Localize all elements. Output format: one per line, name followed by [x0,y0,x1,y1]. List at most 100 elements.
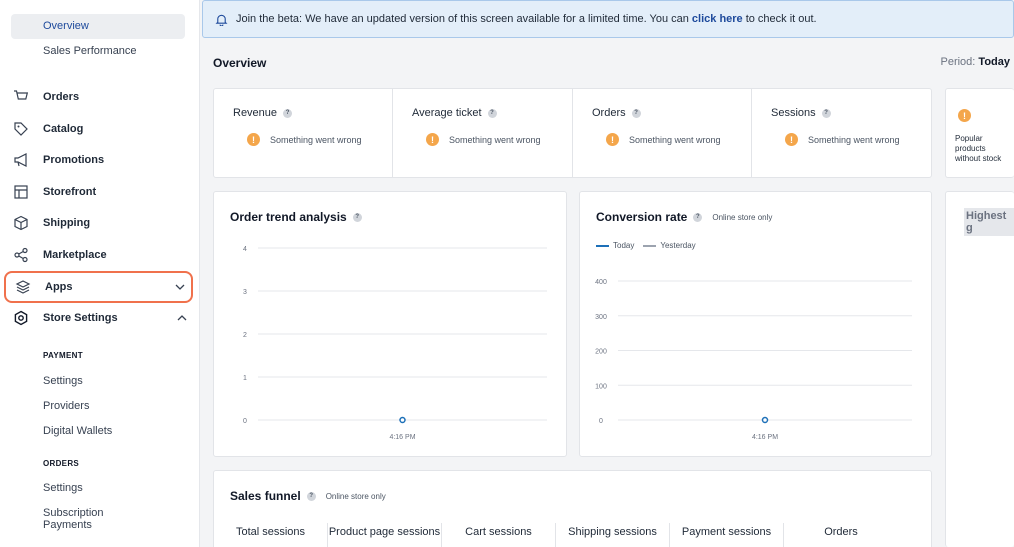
sidebar-item-label: Storefront [43,186,97,198]
sidebar-item-label: Promotions [43,154,105,166]
sidebar-item-marketplace[interactable]: Marketplace [4,240,193,270]
sidebar-link-providers[interactable]: Providers [43,400,89,412]
sidebar-item-orders[interactable]: Orders [4,82,193,112]
help-icon[interactable]: ? [487,108,497,118]
sidebar-link-subscription-payments[interactable]: Subscription Payments [43,507,143,531]
kpi-orders: Orders? ! Something went wrong [573,89,752,177]
chevron-up-icon[interactable] [171,312,193,324]
sidebar-item-label: Shipping [43,217,91,229]
popular-products-text: Popular products without stock [955,134,1002,163]
conversion-rate-card: Conversion rate? Online store only Today … [579,191,932,457]
popular-products-card: ! Popular products without stock [945,88,1014,178]
period-selector[interactable]: Period: Today [941,56,1011,68]
kpi-error: Something went wrong [449,134,541,145]
y-tick-label: 0 [599,418,603,425]
funnel-col-shipping-sessions: Shipping sessions [556,523,670,547]
kpi-average-ticket: Average ticket? ! Something went wrong [393,89,573,177]
help-icon[interactable]: ? [821,108,831,118]
y-tick-label: 200 [595,349,607,356]
megaphone-icon [6,152,36,168]
page-title: Overview [213,56,267,70]
warning-icon: ! [785,133,798,146]
section-title-orders: ORDERS [43,459,80,468]
sidebar-item-catalog[interactable]: Catalog [4,114,193,144]
warning-icon: ! [426,133,439,146]
sidebar-link-payment-settings[interactable]: Settings [43,375,83,387]
help-icon[interactable]: ? [631,108,641,118]
sidebar-subitem-sales-performance[interactable]: Sales Performance [11,39,185,64]
sidebar-item-shipping[interactable]: Shipping [4,208,193,238]
y-tick-label: 400 [595,279,607,286]
kpi-revenue: Revenue? ! Something went wrong [214,89,393,177]
warning-icon: ! [247,133,260,146]
y-tick-label: 0 [243,418,247,425]
y-tick-label: 4 [243,246,247,253]
beta-banner: Join the beta: We have an updated versio… [202,0,1014,38]
y-tick-label: 3 [243,289,247,296]
funnel-col-total-sessions: Total sessions [214,523,328,547]
conversion-rate-chart: 0 100 200 300 400 4:16 PM [595,279,912,441]
highest-card: Highest g [945,191,1014,547]
sidebar-link-digital-wallets[interactable]: Digital Wallets [43,425,112,437]
gear-icon [6,310,36,326]
section-title-payment: PAYMENT [43,351,83,360]
sidebar-item-store-settings[interactable]: Store Settings [4,303,193,333]
y-tick-label: 300 [595,314,607,321]
tag-icon [6,121,36,137]
funnel-col-cart-sessions: Cart sessions [442,523,556,547]
funnel-columns: Total sessions Product page sessions Car… [214,523,932,547]
x-tick-label: 4:16 PM [389,434,415,441]
sidebar-item-label: Marketplace [43,249,107,261]
share-icon [6,247,36,263]
layout-icon [6,184,36,200]
sidebar-item-storefront[interactable]: Storefront [4,177,193,207]
sidebar-item-label: Catalog [43,123,84,135]
chart-title: Sales funnel [230,489,301,503]
help-icon[interactable]: ? [283,108,293,118]
bell-icon [215,13,228,26]
kpi-card: Revenue? ! Something went wrong Average t… [213,88,932,178]
kpi-error: Something went wrong [808,134,900,145]
box-icon [6,215,36,231]
period-label: Period: [940,56,976,68]
sidebar-item-promotions[interactable]: Promotions [4,145,193,175]
sales-funnel-card: Sales funnel? Online store only Total ses… [213,470,932,547]
order-trend-card: Order trend analysis? 0 1 2 3 4 4:16 PM [213,191,567,457]
sidebar-item-apps[interactable]: Apps [4,271,193,303]
order-trend-chart: 0 1 2 3 4 4:16 PM [243,246,547,441]
kpi-sessions: Sessions? ! Something went wrong [752,89,931,177]
help-icon[interactable]: ? [306,491,316,501]
kpi-name: Average ticket [412,107,482,119]
chevron-down-icon[interactable] [169,281,191,293]
data-point [761,416,769,424]
layers-icon [8,279,38,295]
chart-note: Online store only [325,491,386,501]
banner-text: Join the beta: We have an updated versio… [236,13,689,25]
x-tick-label: 4:16 PM [752,434,778,441]
y-tick-label: 100 [595,383,607,390]
warning-icon: ! [606,133,619,146]
banner-text-end: to check it out. [745,13,817,25]
period-value: Today [978,56,1010,68]
warning-icon: ! [958,109,971,122]
y-tick-label: 1 [243,375,247,382]
kpi-name: Orders [592,107,626,119]
sidebar-item-label: Apps [45,281,73,293]
y-tick-label: 2 [243,332,247,339]
kpi-name: Revenue [233,107,278,119]
funnel-col-payment-sessions: Payment sessions [670,523,784,547]
banner-link[interactable]: click here [692,13,743,25]
kpi-name: Sessions [771,107,816,119]
dashboard-icon [0,0,200,4]
sidebar-item-label: Store Settings [43,312,118,324]
data-point [399,416,406,424]
sidebar: Overview Sales Performance Orders Catalo… [0,0,200,547]
sidebar-link-orders-settings[interactable]: Settings [43,482,83,494]
sidebar-item-label: Orders [43,91,80,103]
kpi-error: Something went wrong [270,134,362,145]
sidebar-subitem-overview[interactable]: Overview [11,14,185,39]
funnel-col-orders: Orders [824,526,858,538]
highest-label: Highest g [964,208,1014,236]
cart-icon [6,89,36,105]
funnel-col-product-page-sessions: Product page sessions [328,523,442,547]
